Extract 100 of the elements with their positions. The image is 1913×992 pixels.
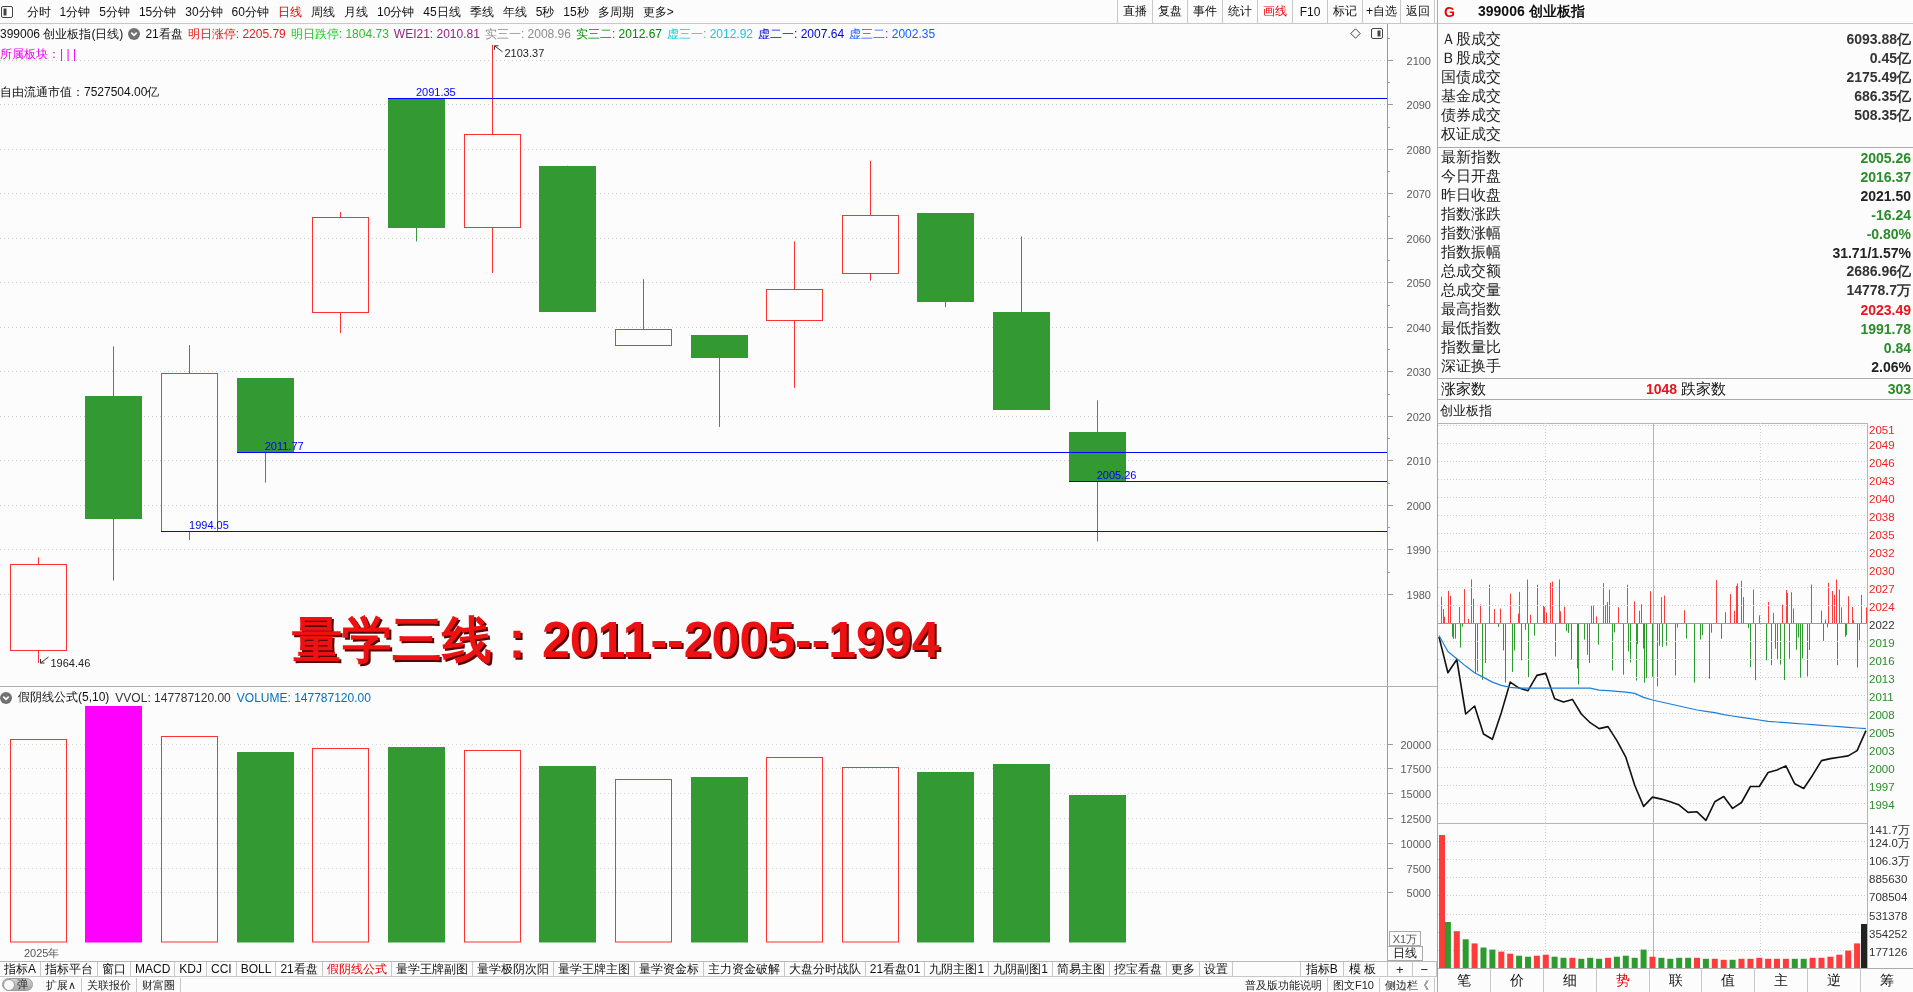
axis-label: 1997 [1869, 780, 1895, 793]
axis-label: 124.0万 [1869, 836, 1910, 849]
unit-label: X1万 [1389, 931, 1421, 946]
axis-label: 2090 [1406, 98, 1431, 111]
stat-value: 2016.37 [1860, 168, 1911, 185]
axis-label: 12500 [1400, 812, 1431, 825]
stat-value: 0.84 [1883, 339, 1911, 356]
indicator-title: 假阴线公式(5,10) [18, 689, 110, 706]
stat-value: 686.35亿 [1854, 87, 1911, 106]
axis-label: 2049 [1869, 438, 1895, 451]
stat-value: 0.45亿 [1869, 49, 1911, 68]
axis-label: 2008 [1869, 708, 1895, 721]
stat-label: 基金成交 [1441, 87, 1501, 106]
stat-value: 2005.26 [1860, 149, 1911, 166]
axis-label: 2000 [1869, 762, 1895, 775]
stat-value: -16.24 [1871, 206, 1911, 223]
chart-title: 399006 创业板指(日线) [0, 25, 124, 43]
indicator-value: 实三一: 2008.96 [484, 25, 571, 43]
axis-label: 354252 [1869, 927, 1908, 940]
axis-label: 2100 [1406, 54, 1431, 67]
float-market-cap: 自由流通市值：7527504.00亿 [0, 84, 160, 98]
axis-label: 2010 [1406, 454, 1431, 467]
axis-label: 2025年 [24, 946, 60, 961]
axis-label: 10000 [1400, 837, 1431, 850]
axis-label: 2032 [1869, 546, 1895, 559]
stat-label: 指数量比 [1441, 338, 1501, 357]
axis-label: 885630 [1869, 872, 1908, 885]
chart-title: 创业板指 [1439, 402, 1493, 420]
stat-value: 14778.7万 [1846, 281, 1911, 300]
axis-label: 20000 [1400, 738, 1431, 751]
axis-label: 2022 [1869, 618, 1895, 631]
axis-label: 106.3万 [1869, 854, 1910, 867]
stat-value: 2023.49 [1860, 301, 1911, 318]
market-label: G [1444, 3, 1456, 20]
stat-value: 31.71/1.57% [1832, 244, 1911, 261]
chart-caption: 量学三线：2011--2005--1994 [292, 612, 940, 668]
axis-label: 2019 [1869, 636, 1895, 649]
stat-label: 指数涨跌 [1441, 205, 1501, 224]
stat-label: 深证换手 [1441, 357, 1501, 376]
stat-label: 最低指数 [1441, 319, 1501, 338]
axis-label: 2005 [1869, 726, 1895, 739]
stat-value: 508.35亿 [1854, 106, 1911, 125]
axis-label: 2051 [1869, 424, 1895, 436]
axis-label: 2003 [1869, 744, 1895, 757]
stat-label: 权证成交 [1441, 125, 1501, 144]
stat-value: 2021.50 [1860, 187, 1911, 204]
axis-label: 2050 [1406, 276, 1431, 289]
indicator-value: 实三二: 2012.67 [575, 25, 662, 43]
annotation-label: 2103.37 [504, 46, 545, 59]
indicator-value: 虚三一: 2012.92 [667, 25, 754, 43]
period-label: 日线 [1387, 946, 1423, 961]
stat-label: 昨日收盘 [1441, 186, 1501, 205]
axis-label: 2040 [1406, 321, 1431, 334]
axis-label: 2027 [1869, 582, 1895, 595]
axis-label: 2030 [1406, 365, 1431, 378]
stat-label: Ｂ股成交 [1441, 49, 1501, 68]
axis-label: 7500 [1406, 862, 1431, 875]
index-name: 399006 创业板指 [1478, 2, 1585, 21]
stat-label: 最高指数 [1441, 300, 1501, 319]
annotation-label: 1964.46 [50, 657, 91, 670]
axis-label: 708504 [1869, 890, 1908, 903]
axis-label: 2013 [1869, 672, 1895, 685]
axis-label: 2030 [1869, 564, 1895, 577]
stat-value: 2.06% [1871, 358, 1911, 375]
axis-label: 2020 [1406, 410, 1431, 423]
axis-label: 2070 [1406, 187, 1431, 200]
line-label: 2091.35 [415, 85, 456, 98]
axis-label: 2046 [1869, 456, 1895, 469]
axis-label: 1990 [1406, 543, 1431, 556]
sector-label: 所属板块：| | | [0, 46, 77, 60]
axis-label: 531378 [1869, 909, 1908, 922]
template-label: 21看盘 [145, 25, 183, 43]
stat-value: 2686.96亿 [1846, 262, 1911, 281]
indicator-value: 虚二一: 2007.64 [758, 25, 845, 43]
axis-label: 2040 [1869, 492, 1895, 505]
axis-label: 15000 [1400, 787, 1431, 800]
stat-value: 1991.78 [1860, 320, 1911, 337]
stat-value: -0.80% [1866, 225, 1911, 242]
stat-label: 指数振幅 [1441, 243, 1501, 262]
stat-label: 总成交量 [1441, 281, 1501, 300]
stat-label: 涨家数 [1441, 379, 1487, 399]
stat-label: 指数涨幅 [1441, 224, 1501, 243]
axis-label: 2035 [1869, 528, 1895, 541]
indicator-value: WEI21: 2010.81 [393, 27, 480, 41]
stat-label: Ａ股成交 [1441, 30, 1501, 49]
indicator-value: VVOL: 147787120.00 [115, 690, 231, 705]
stat-label: 最新指数 [1441, 148, 1501, 167]
axis-label: 2080 [1406, 143, 1431, 156]
stat-value: 303 [1887, 381, 1911, 397]
stat-label: 债券成交 [1441, 106, 1501, 125]
indicator-value: 虚三二: 2002.35 [849, 25, 936, 43]
stat-value: 6093.88亿 [1846, 30, 1911, 49]
axis-label: 5000 [1406, 886, 1431, 899]
stat-value: 1048 [1646, 381, 1678, 397]
indicator-value: VOLUME: 147787120.00 [236, 690, 371, 705]
indicator-value: 明日跌停: 1804.73 [290, 25, 389, 43]
axis-label: 2016 [1869, 654, 1895, 667]
stat-label: 跌家数 [1681, 379, 1727, 399]
axis-label: 177126 [1869, 945, 1908, 958]
indicator-value: 明日涨停: 2205.79 [187, 25, 286, 43]
